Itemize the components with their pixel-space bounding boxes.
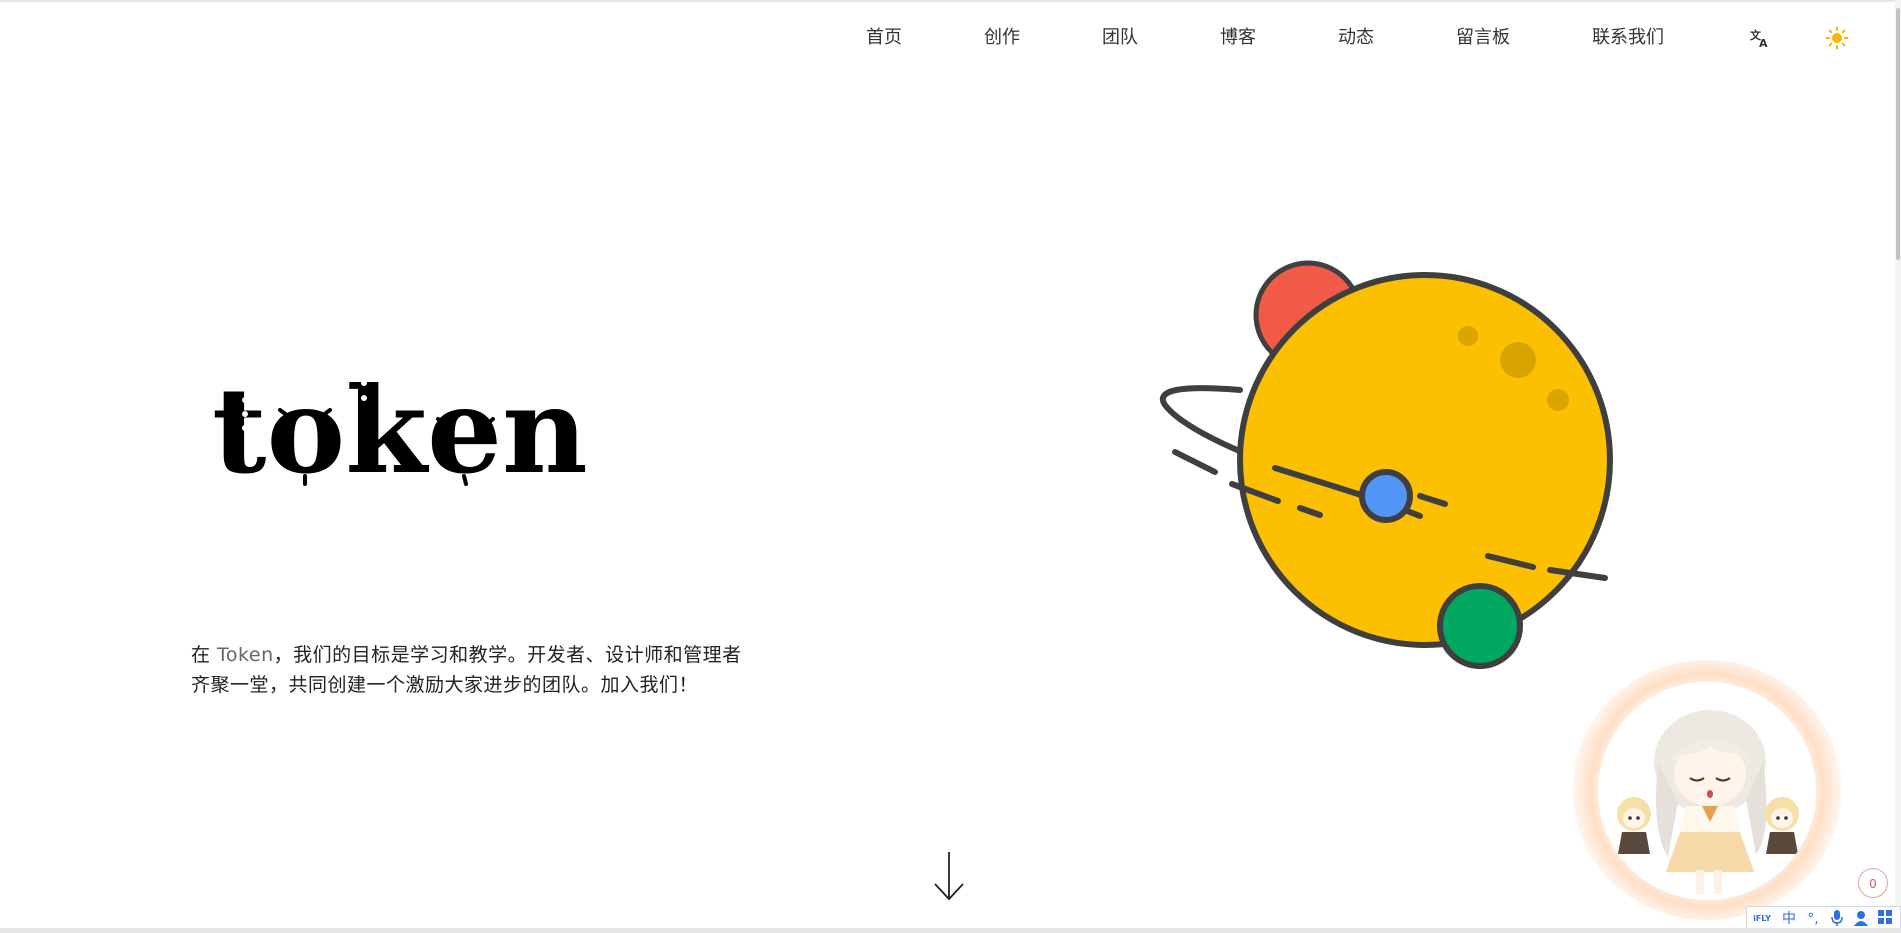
ime-mode-toggle[interactable]: 中 [1779, 909, 1799, 929]
window-top-border [0, 0, 1901, 2]
user-icon[interactable] [1851, 909, 1871, 929]
nav-message-board[interactable]: 留言板 [1456, 22, 1510, 54]
ifly-logo-icon[interactable]: iFLY [1750, 909, 1774, 929]
sun-icon[interactable] [1825, 26, 1849, 50]
grid-icon[interactable] [1875, 909, 1895, 929]
planet-illustration [1150, 260, 1630, 680]
microphone-icon[interactable] [1827, 909, 1847, 929]
ime-toolbar: iFLY 中 °, [1746, 906, 1901, 930]
counter-badge[interactable]: 0 [1858, 868, 1888, 898]
nav-team[interactable]: 团队 [1102, 22, 1138, 54]
intro-text: 在 Token，我们的目标是学习和教学。开发者、设计师和管理者 齐聚一堂，共同创… [191, 640, 811, 700]
mascot-avatar[interactable] [1598, 682, 1816, 900]
nav-contact-us[interactable]: 联系我们 [1592, 22, 1664, 54]
intro-line-2: 齐聚一堂，共同创建一个激励大家进步的团队。加入我们！ [191, 674, 699, 696]
intro-line-1: 在 Token，我们的目标是学习和教学。开发者、设计师和管理者 [191, 640, 811, 670]
nav-home[interactable]: 首页 [866, 22, 902, 54]
logo-text: token [212, 361, 588, 490]
nav-creation[interactable]: 创作 [984, 22, 1020, 54]
scroll-down-arrow-icon[interactable] [932, 850, 966, 902]
translate-icon[interactable]: 文 A [1748, 26, 1772, 50]
top-nav: 首页 创作 团队 博客 动态 留言板 联系我们 文 A [0, 22, 1901, 54]
mascot-widget[interactable] [1572, 660, 1842, 920]
page: 首页 创作 团队 博客 动态 留言板 联系我们 文 A token 在 Toke… [0, 0, 1901, 933]
ime-punctuation-toggle[interactable]: °, [1803, 909, 1823, 929]
intro-brand: Token [217, 644, 274, 666]
svg-text:A: A [1759, 37, 1768, 50]
window-bottom-border [0, 928, 1901, 933]
intro-prefix: 在 [191, 644, 218, 666]
intro-line-1-rest: ，我们的目标是学习和教学。开发者、设计师和管理者 [273, 644, 742, 666]
scrollbar-thumb[interactable] [1896, 8, 1900, 260]
token-logo: token [212, 350, 592, 500]
nav-activity[interactable]: 动态 [1338, 22, 1374, 54]
page-scrollbar[interactable] [1895, 0, 1901, 928]
nav-blog[interactable]: 博客 [1220, 22, 1256, 54]
